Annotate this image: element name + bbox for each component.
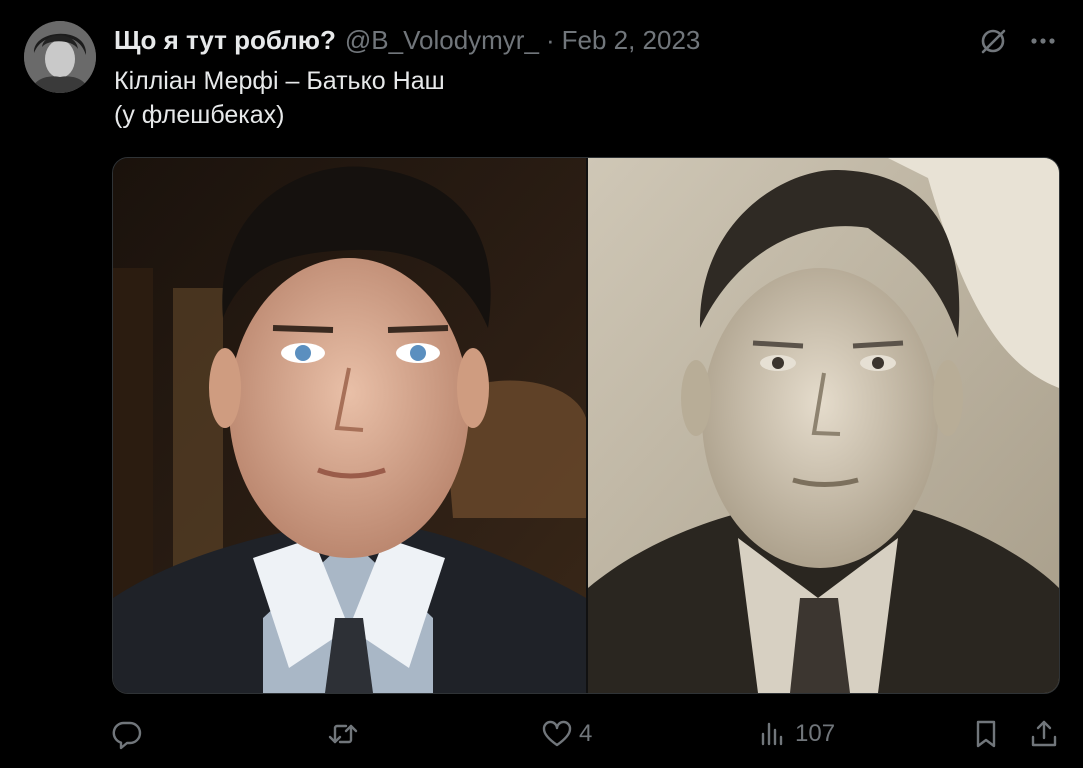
media-photo-right[interactable] <box>588 158 1059 693</box>
like-count: 4 <box>579 720 593 747</box>
more-dots-icon[interactable] <box>1027 25 1059 57</box>
tweet-date[interactable]: Feb 2, 2023 <box>562 22 701 58</box>
user-handle[interactable]: @B_Volodymyr_ <box>345 22 539 58</box>
share-button[interactable] <box>1028 714 1060 754</box>
heart-icon <box>541 718 573 750</box>
bookmark-button[interactable] <box>970 714 1002 754</box>
separator-dot: · <box>545 25 555 55</box>
display-name[interactable]: Що я тут роблю? <box>114 22 336 58</box>
media-photo-left[interactable] <box>113 158 586 693</box>
views-button[interactable]: 107 <box>757 714 835 754</box>
bookmark-icon <box>970 718 1002 750</box>
share-upload-icon <box>1028 718 1060 750</box>
tweet[interactable]: Що я тут роблю? @B_Volodymyr_ · Feb 2, 2… <box>0 0 1083 768</box>
tweet-text-line: Кілліан Мерфі – Батько Наш <box>114 67 445 95</box>
avatar[interactable] <box>24 21 96 93</box>
tweet-text-line: (у флешбеках) <box>114 101 285 129</box>
tweet-header: Що я тут роблю? @B_Volodymyr_ · Feb 2, 2… <box>114 22 700 58</box>
tweet-text: Кілліан Мерфі – Батько Наш (у флешбеках) <box>114 64 974 132</box>
view-count: 107 <box>795 720 836 747</box>
retweet-arrows-icon <box>327 718 359 750</box>
bar-chart-icon <box>757 718 789 750</box>
action-bar: 4 107 <box>0 714 1083 754</box>
like-button[interactable]: 4 <box>541 714 592 754</box>
reply-button[interactable] <box>111 714 143 754</box>
retweet-button[interactable] <box>327 714 359 754</box>
grok-slash-icon[interactable] <box>977 25 1009 57</box>
reply-bubble-icon <box>111 718 143 750</box>
tweet-media[interactable] <box>112 157 1060 694</box>
